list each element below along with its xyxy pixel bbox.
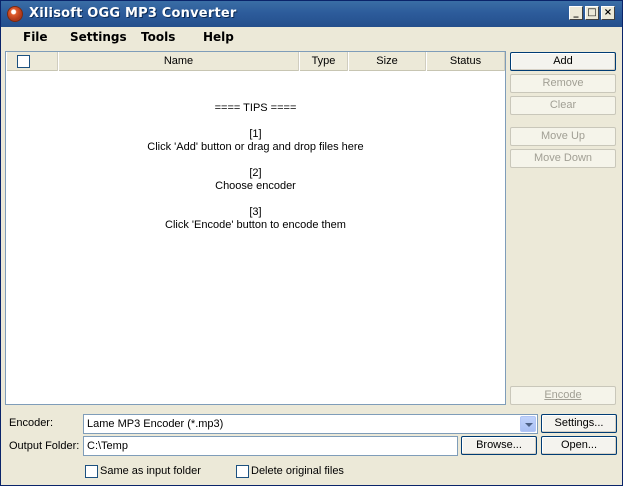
delete-original-label[interactable]: Delete original files (251, 465, 344, 477)
clear-button[interactable]: Clear (510, 96, 616, 115)
output-folder-value: C:\Temp (87, 440, 128, 452)
menu-settings[interactable]: Settings (70, 30, 127, 44)
encoder-select-value: Lame MP3 Encoder (*.mp3) (87, 418, 224, 430)
encode-button-label: Encode (544, 389, 582, 401)
same-as-input-label[interactable]: Same as input folder (100, 465, 201, 477)
tip-2-text: Choose encoder (215, 180, 296, 192)
move-down-button[interactable]: Move Down (510, 149, 616, 168)
main-window: Xilisoft OGG MP3 Converter _ □ × File Se… (0, 0, 623, 486)
encoder-settings-button[interactable]: Settings... (541, 414, 617, 433)
column-header-status[interactable]: Status (426, 52, 505, 71)
close-button[interactable]: × (601, 6, 615, 20)
encode-button[interactable]: Encode (510, 386, 616, 405)
minimize-button[interactable]: _ (569, 6, 583, 20)
browse-button[interactable]: Browse... (461, 436, 537, 455)
maximize-button[interactable]: □ (585, 6, 599, 20)
tip-1-number: [1] (249, 128, 262, 140)
column-header-size[interactable]: Size (348, 52, 426, 71)
output-folder-label: Output Folder: (9, 440, 80, 452)
column-header-name[interactable]: Name (58, 52, 299, 71)
menu-help[interactable]: Help (203, 30, 234, 44)
file-list[interactable]: Name Type Size Status ==== TIPS ==== [1]… (5, 51, 506, 405)
open-folder-button[interactable]: Open... (541, 436, 617, 455)
output-folder-input[interactable]: C:\Temp (83, 436, 458, 456)
window-title: Xilisoft OGG MP3 Converter (29, 6, 237, 21)
column-header-type[interactable]: Type (299, 52, 348, 71)
menu-file[interactable]: File (23, 30, 48, 44)
same-as-input-checkbox[interactable] (85, 465, 98, 478)
list-header: Name Type Size Status (6, 52, 505, 71)
select-all-column (6, 52, 58, 71)
encoder-label: Encoder: (9, 417, 54, 429)
tip-1-text: Click 'Add' button or drag and drop file… (147, 141, 364, 153)
tip-2-number: [2] (249, 167, 262, 179)
delete-original-checkbox[interactable] (236, 465, 249, 478)
select-all-checkbox[interactable] (17, 55, 30, 68)
menu-tools[interactable]: Tools (141, 30, 175, 44)
remove-button[interactable]: Remove (510, 74, 616, 93)
tips-panel: ==== TIPS ==== [1] Click 'Add' button or… (6, 102, 505, 232)
chevron-down-icon[interactable] (520, 416, 536, 432)
tip-3-text: Click 'Encode' button to encode them (165, 219, 346, 231)
tip-3-number: [3] (249, 206, 262, 218)
move-up-button[interactable]: Move Up (510, 127, 616, 146)
title-bar: Xilisoft OGG MP3 Converter _ □ × (1, 1, 622, 27)
tips-heading: ==== TIPS ==== (214, 102, 297, 114)
menu-bar: File Settings Tools Help (1, 27, 622, 47)
add-button[interactable]: Add (510, 52, 616, 71)
app-icon (7, 6, 23, 22)
encoder-select[interactable]: Lame MP3 Encoder (*.mp3) (83, 414, 538, 434)
